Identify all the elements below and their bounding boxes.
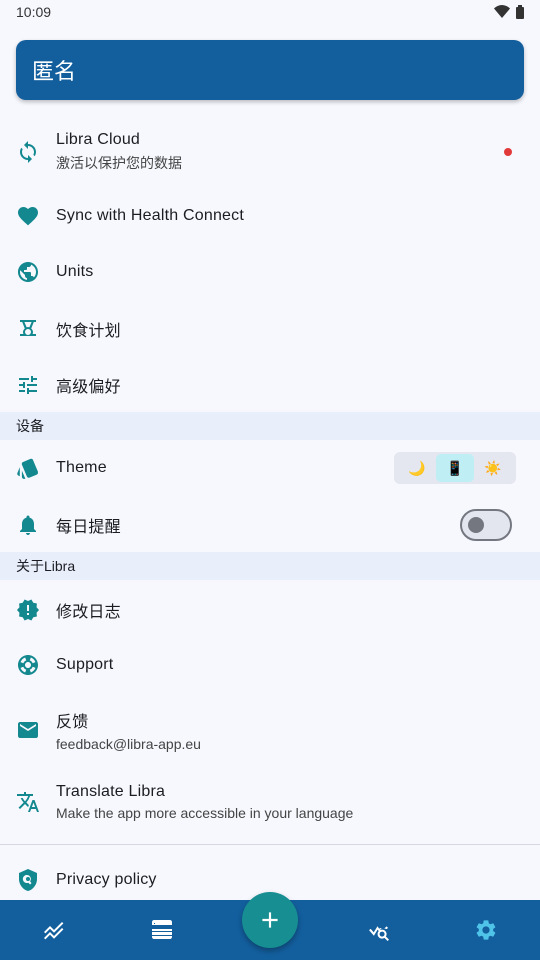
status-bar: 10:09 xyxy=(0,0,540,24)
health-connect-item[interactable]: Sync with Health Connect xyxy=(0,196,540,236)
libra-cloud-title: Libra Cloud xyxy=(56,131,141,148)
theme-item: Theme 🌙 📱 ☀️ xyxy=(0,448,540,488)
feedback-email: feedback@libra-app.eu xyxy=(56,736,201,752)
battery-icon xyxy=(516,5,524,19)
theme-title: Theme xyxy=(56,459,107,476)
section-header-device: 设备 xyxy=(0,412,540,440)
status-icons xyxy=(494,5,524,19)
theme-dark-option[interactable]: 🌙 xyxy=(398,454,436,482)
units-item[interactable]: Units xyxy=(0,252,540,292)
diet-plan-item[interactable]: 饮食计划 xyxy=(0,309,540,349)
add-icon xyxy=(262,912,278,928)
status-time: 10:09 xyxy=(16,4,52,20)
translate-title: Translate Libra xyxy=(56,783,166,800)
notification-dot xyxy=(504,148,512,156)
analytics-icon[interactable] xyxy=(366,918,390,942)
account-name: 匿名 xyxy=(32,59,77,84)
privacy-policy-title: Privacy policy xyxy=(56,871,157,888)
section-about-label: 关于Libra xyxy=(16,558,76,574)
support-item[interactable]: Support xyxy=(0,645,540,685)
theme-system-option[interactable]: 📱 xyxy=(436,454,474,482)
shield-icon xyxy=(0,868,56,892)
libra-cloud-item[interactable]: Libra Cloud 激活以保护您的数据 xyxy=(0,126,540,178)
translate-subtitle: Make the app more accessible in your lan… xyxy=(56,805,354,821)
feedback-item[interactable]: 反馈 feedback@libra-app.eu xyxy=(0,704,540,756)
changelog-item[interactable]: 修改日志 xyxy=(0,590,540,630)
heart-icon xyxy=(0,204,56,228)
units-title: Units xyxy=(56,263,94,280)
wifi-icon xyxy=(494,5,510,18)
changelog-title: 修改日志 xyxy=(56,604,121,621)
diet-plan-title: 饮食计划 xyxy=(56,323,121,340)
daily-reminder-toggle[interactable] xyxy=(460,509,512,541)
settings-icon[interactable] xyxy=(474,918,498,942)
account-card[interactable]: 匿名 xyxy=(16,40,524,100)
tune-icon xyxy=(0,373,56,397)
advanced-preferences-item[interactable]: 高级偏好 xyxy=(0,365,540,405)
trend-icon[interactable] xyxy=(42,918,66,942)
translate-icon xyxy=(0,790,56,814)
translate-item[interactable]: Translate Libra Make the app more access… xyxy=(0,776,540,828)
support-title: Support xyxy=(56,656,114,673)
section-device-label: 设备 xyxy=(16,418,44,434)
lifebuoy-icon xyxy=(0,653,56,677)
mail-icon xyxy=(0,718,56,742)
scale-icon xyxy=(0,317,56,341)
theme-light-option[interactable]: ☀️ xyxy=(474,454,512,482)
section-header-about: 关于Libra xyxy=(0,552,540,580)
libra-cloud-subtitle: 激活以保护您的数据 xyxy=(56,155,182,171)
health-connect-title: Sync with Health Connect xyxy=(56,207,245,224)
add-entry-button[interactable] xyxy=(242,892,298,948)
divider xyxy=(0,844,540,845)
feedback-title: 反馈 xyxy=(56,714,89,731)
globe-icon xyxy=(0,260,56,284)
toggle-knob xyxy=(468,517,484,533)
list-icon[interactable] xyxy=(150,918,174,942)
sync-icon xyxy=(0,140,56,164)
daily-reminder-item[interactable]: 每日提醒 xyxy=(0,505,540,545)
palette-icon xyxy=(0,456,56,480)
theme-selector: 🌙 📱 ☀️ xyxy=(394,452,516,484)
daily-reminder-title: 每日提醒 xyxy=(56,519,121,536)
advanced-preferences-title: 高级偏好 xyxy=(56,379,121,396)
bell-icon xyxy=(0,513,56,537)
new-releases-icon xyxy=(0,598,56,622)
